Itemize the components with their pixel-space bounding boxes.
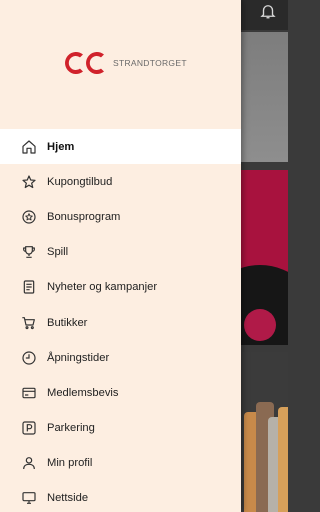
nav-item-apningstider[interactable]: Åpningstider (0, 340, 241, 375)
nav-label: Medlemsbevis (47, 386, 119, 399)
nav-item-min-profil[interactable]: Min profil (0, 446, 241, 481)
nav-label: Nyheter og kampanjer (47, 281, 158, 294)
nav-label: Kupongtilbud (47, 175, 113, 188)
nav-item-medlemsbevis[interactable]: Medlemsbevis (0, 375, 241, 410)
person-icon (21, 455, 37, 471)
nav-item-parkering[interactable]: Parkering (0, 411, 241, 446)
nav-item-bonusprogram[interactable]: Bonusprogram (0, 199, 241, 234)
nav-item-butikker[interactable]: Butikker (0, 305, 241, 340)
logo-mark (65, 52, 104, 74)
nav-item-nettside[interactable]: Nettside (0, 481, 241, 512)
nav-label: Spill (47, 246, 69, 259)
nav-label: Nettside (47, 492, 89, 505)
nav-label: Bonusprogram (47, 210, 121, 223)
nav-label: Min profil (47, 457, 93, 470)
nav-label: Hjem (47, 140, 75, 153)
bell-icon[interactable] (259, 2, 277, 20)
card-icon (21, 385, 37, 401)
document-icon (21, 279, 37, 295)
clock-icon (21, 350, 37, 366)
logo-text: STRANDTORGET (113, 58, 187, 68)
nav-item-hjem[interactable]: Hjem (0, 129, 241, 165)
nav-label: Parkering (47, 422, 95, 435)
cart-icon (21, 315, 37, 331)
nav-item-spill[interactable]: Spill (0, 235, 241, 270)
navigation-drawer: STRANDTORGET Hjem Kupongtilbud Bonusprog… (0, 0, 241, 512)
nav-item-nyheter[interactable]: Nyheter og kampanjer (0, 270, 241, 305)
star-icon (21, 174, 37, 190)
trophy-icon (21, 244, 37, 260)
monitor-icon (21, 490, 37, 506)
app-logo: STRANDTORGET (61, 49, 187, 77)
home-icon (21, 139, 37, 155)
drawer-menu: Hjem Kupongtilbud Bonusprogram Spill Nyh (0, 129, 241, 512)
nav-item-kupongtilbud[interactable]: Kupongtilbud (0, 164, 241, 199)
nav-label: Åpningstider (47, 351, 110, 364)
parking-icon (21, 420, 37, 436)
badge-star-icon (21, 209, 37, 225)
nav-label: Butikker (47, 316, 88, 329)
